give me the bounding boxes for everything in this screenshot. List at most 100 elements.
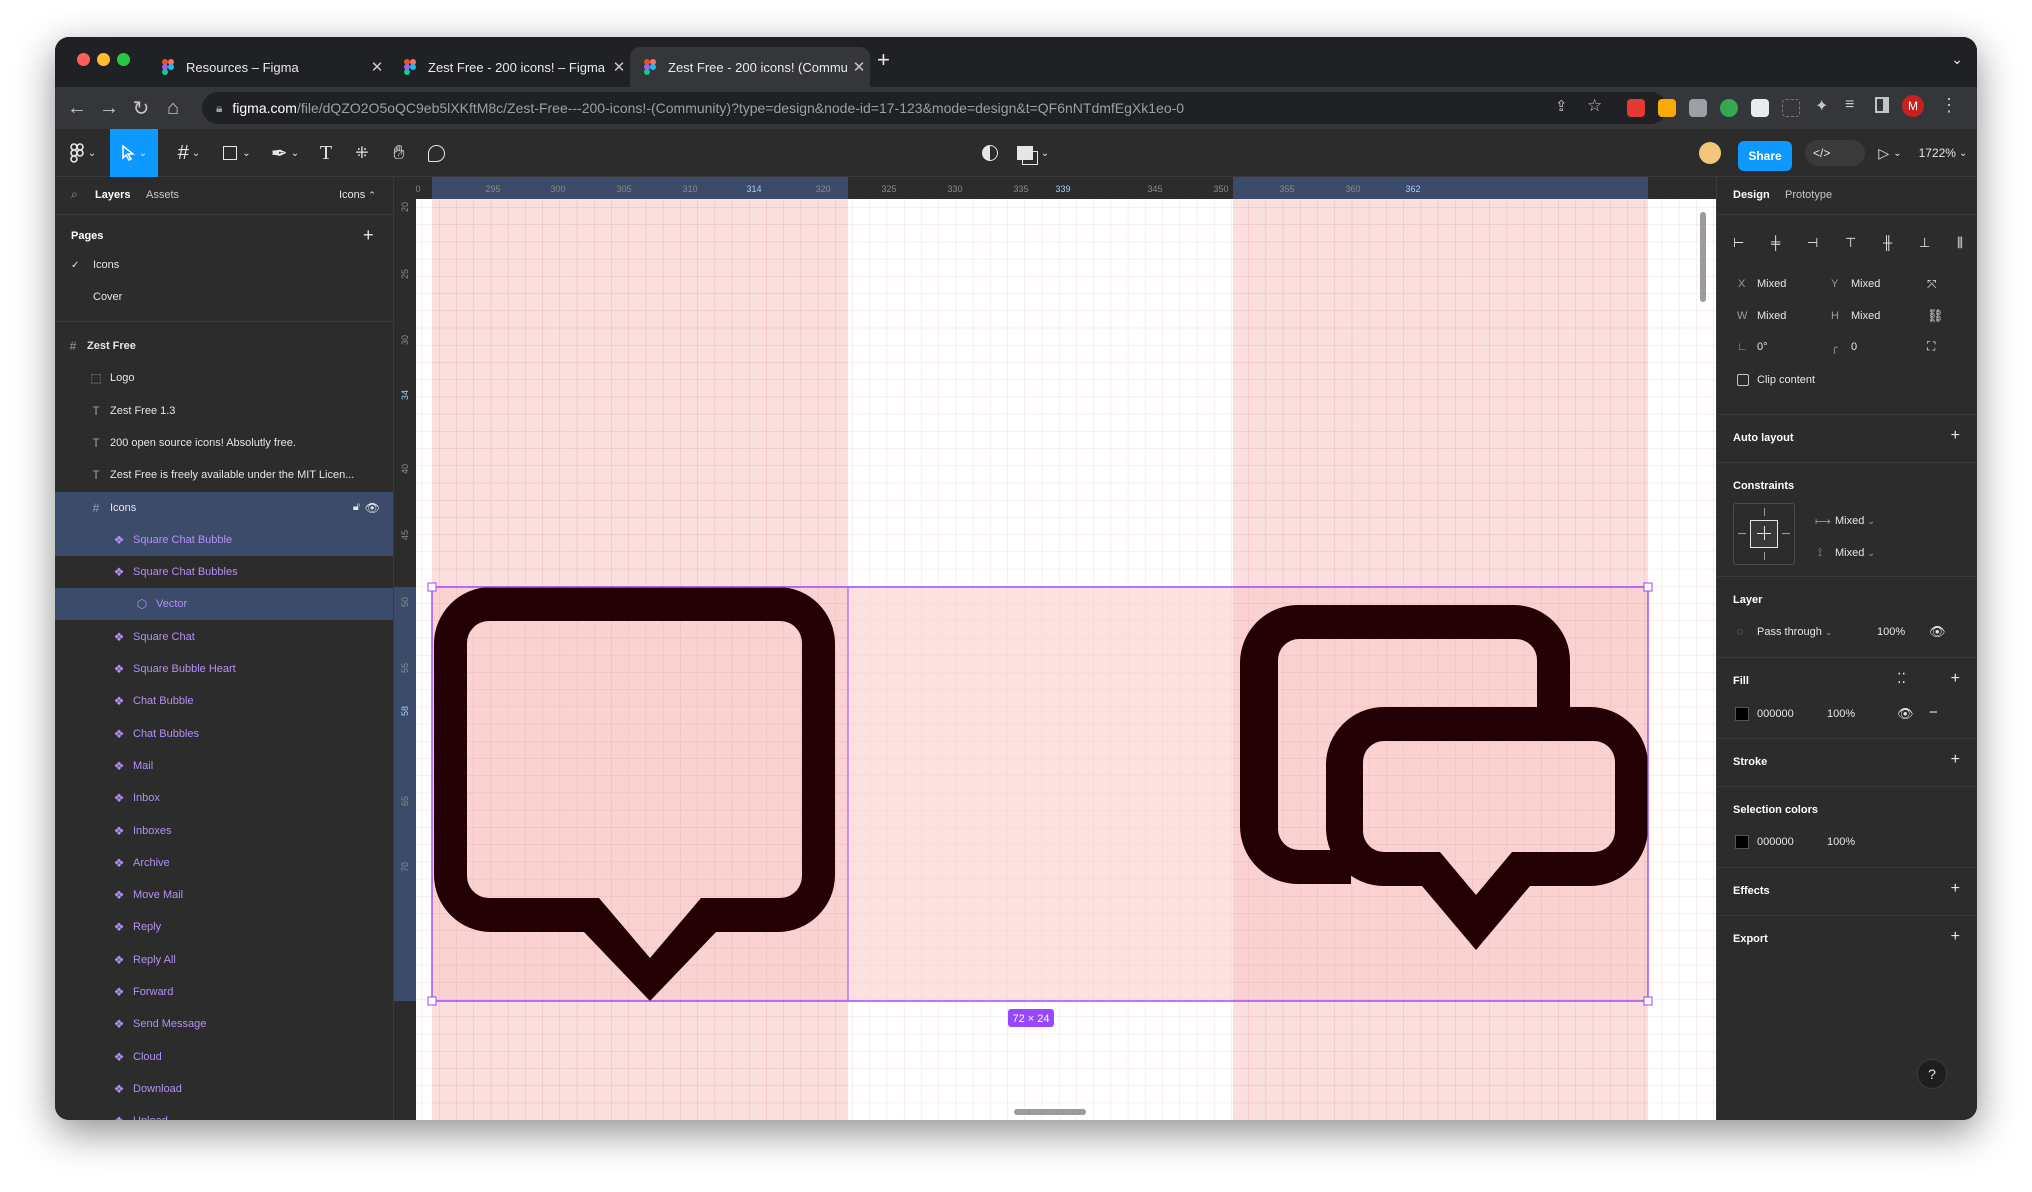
main-menu-button[interactable]: ⌄: [63, 129, 103, 177]
layer-row[interactable]: ❖ Inbox: [55, 782, 393, 814]
text-tool-button[interactable]: T: [311, 129, 341, 177]
browser-menu-icon[interactable]: ⋮: [1940, 95, 1958, 116]
constraint-right[interactable]: [1782, 533, 1790, 534]
layer-row[interactable]: ❖ Chat Bubble: [55, 685, 393, 717]
layer-row[interactable]: ❖ Chat Bubbles: [55, 718, 393, 750]
shape-tool-button[interactable]: ⌄: [215, 129, 259, 177]
close-tab-icon[interactable]: ✕: [608, 58, 630, 76]
fill-opacity-input[interactable]: 100%: [1827, 708, 1855, 720]
layer-row[interactable]: T Zest Free is freely available under the…: [55, 459, 393, 491]
layer-row[interactable]: ❖ Forward: [55, 976, 393, 1008]
url-field[interactable]: 🔒︎ figma.com/file/dQZO2O5oQC9eb5lXKftM8c…: [202, 92, 1667, 124]
profile-avatar[interactable]: M: [1902, 95, 1924, 117]
align-h-center-icon[interactable]: ╪: [1771, 235, 1780, 253]
clip-content-checkbox[interactable]: [1737, 374, 1749, 386]
layer-row[interactable]: # Icons 🔓︎ 👁︎: [55, 491, 393, 524]
constraints-widget[interactable]: [1733, 503, 1795, 565]
share-page-icon[interactable]: ⇪: [1555, 97, 1568, 115]
search-icon[interactable]: ⌕: [71, 187, 78, 202]
layer-row[interactable]: ⬡ Vector: [55, 588, 393, 621]
close-window-button[interactable]: [77, 53, 90, 66]
selection-color-opacity[interactable]: 100%: [1827, 836, 1855, 848]
reading-list-icon[interactable]: ≡: [1845, 96, 1854, 114]
layer-row[interactable]: ❖ Square Chat Bubble: [55, 523, 393, 556]
back-arrow-icon[interactable]: ←: [61, 97, 93, 120]
constrain-fit-icon[interactable]: ⤧: [1927, 277, 1937, 292]
boolean-ops-button[interactable]: ⌄: [1011, 129, 1055, 177]
close-tab-icon[interactable]: ✕: [366, 58, 388, 76]
x-input[interactable]: Mixed: [1757, 278, 1786, 290]
align-right-icon[interactable]: ⊣: [1807, 235, 1818, 253]
layer-row[interactable]: ❖ Square Chat Bubbles: [55, 556, 393, 588]
extension-camera-icon[interactable]: [1689, 99, 1707, 117]
layer-row[interactable]: ❖ Square Chat: [55, 621, 393, 653]
page-selector[interactable]: Icons ⌃: [339, 189, 376, 201]
close-tab-icon[interactable]: ✕: [848, 58, 870, 76]
layer-row[interactable]: ❖ Reply All: [55, 944, 393, 976]
layer-row[interactable]: ❖ Download: [55, 1073, 393, 1105]
lock-ratio-icon[interactable]: ⛓︎: [1927, 308, 1944, 324]
extension-yellow-icon[interactable]: [1658, 99, 1676, 117]
page-item-cover[interactable]: Cover: [55, 281, 393, 313]
pen-tool-button[interactable]: ✒︎ ⌄: [263, 129, 307, 177]
horizontal-scrollbar[interactable]: [1014, 1109, 1086, 1115]
extension-red-icon[interactable]: [1627, 99, 1645, 117]
tab-design[interactable]: Design: [1733, 189, 1770, 201]
resize-handle-tl[interactable]: [427, 582, 437, 592]
resize-handle-bl[interactable]: [427, 996, 437, 1006]
constraint-left[interactable]: [1738, 533, 1746, 534]
extension-white-icon[interactable]: [1751, 99, 1769, 117]
layer-row[interactable]: ❖ Upload: [55, 1105, 393, 1120]
new-tab-button[interactable]: +: [877, 47, 890, 73]
help-button[interactable]: ?: [1917, 1059, 1947, 1089]
tab-prototype[interactable]: Prototype: [1785, 189, 1832, 201]
theme-toggle-button[interactable]: [973, 129, 1007, 177]
tab-search-chevron-icon[interactable]: ⌄: [1951, 51, 1963, 68]
fill-hex-input[interactable]: 000000: [1757, 708, 1794, 720]
extensions-puzzle-icon[interactable]: ✦: [1815, 96, 1828, 116]
layer-row[interactable]: ❖ Archive: [55, 847, 393, 879]
add-export-button[interactable]: +: [1951, 928, 1960, 946]
height-input[interactable]: Mixed: [1851, 310, 1880, 322]
unlock-icon[interactable]: 🔓︎: [353, 501, 360, 514]
share-button[interactable]: Share: [1738, 141, 1792, 171]
extension-green-icon[interactable]: [1720, 99, 1738, 117]
add-stroke-button[interactable]: +: [1951, 751, 1960, 769]
layer-row[interactable]: ❖ Send Message: [55, 1008, 393, 1040]
fill-styles-icon[interactable]: ⁚⁚: [1897, 670, 1906, 687]
dev-mode-toggle[interactable]: </>: [1803, 129, 1867, 177]
layer-row[interactable]: T 200 open source icons! Absolutly free.: [55, 427, 393, 459]
comment-tool-button[interactable]: [419, 129, 453, 177]
layer-visibility-eye-icon[interactable]: 👁︎: [1929, 624, 1946, 640]
frame-tool-button[interactable]: # ⌄: [167, 129, 211, 177]
browser-tab-zest-figma[interactable]: Zest Free - 200 icons! – Figma ✕: [390, 47, 630, 87]
minimize-window-button[interactable]: [97, 53, 110, 66]
constraint-center-v[interactable]: [1764, 526, 1765, 540]
constraint-top[interactable]: [1764, 508, 1765, 516]
horizontal-constraint-dropdown[interactable]: Mixed ⌄: [1835, 515, 1875, 527]
tab-layers[interactable]: Layers: [95, 189, 130, 201]
align-left-icon[interactable]: ⊢: [1733, 235, 1744, 253]
vertical-constraint-dropdown[interactable]: Mixed ⌄: [1835, 547, 1875, 559]
layer-row[interactable]: # Zest Free: [55, 330, 393, 362]
collaborator-avatar[interactable]: [1695, 129, 1725, 177]
present-button[interactable]: ▷ ⌄: [1873, 129, 1907, 177]
fill-visibility-eye-icon[interactable]: 👁︎: [1897, 706, 1914, 722]
layer-row[interactable]: ❖ Inboxes: [55, 815, 393, 847]
side-panel-icon[interactable]: [1875, 97, 1889, 113]
layer-row[interactable]: ❖ Reply: [55, 911, 393, 943]
rotation-input[interactable]: 0°: [1757, 341, 1768, 353]
browser-tab-resources[interactable]: Resources – Figma ✕: [148, 47, 388, 87]
bookmark-star-icon[interactable]: ☆: [1587, 96, 1602, 116]
add-fill-button[interactable]: +: [1951, 670, 1960, 688]
page-item-icons[interactable]: ✓ Icons: [55, 249, 393, 281]
align-v-center-icon[interactable]: ╫: [1883, 235, 1892, 253]
reload-icon[interactable]: ↻: [125, 96, 157, 121]
move-tool-button[interactable]: ⌄: [110, 129, 158, 177]
layer-row[interactable]: ❖ Cloud: [55, 1041, 393, 1073]
vertical-scrollbar[interactable]: [1700, 212, 1706, 302]
forward-arrow-icon[interactable]: →: [93, 97, 125, 120]
add-page-button[interactable]: +: [363, 225, 374, 246]
hand-tool-button[interactable]: ✋︎: [382, 129, 416, 177]
zoom-dropdown[interactable]: 1722% ⌄: [1915, 129, 1971, 177]
